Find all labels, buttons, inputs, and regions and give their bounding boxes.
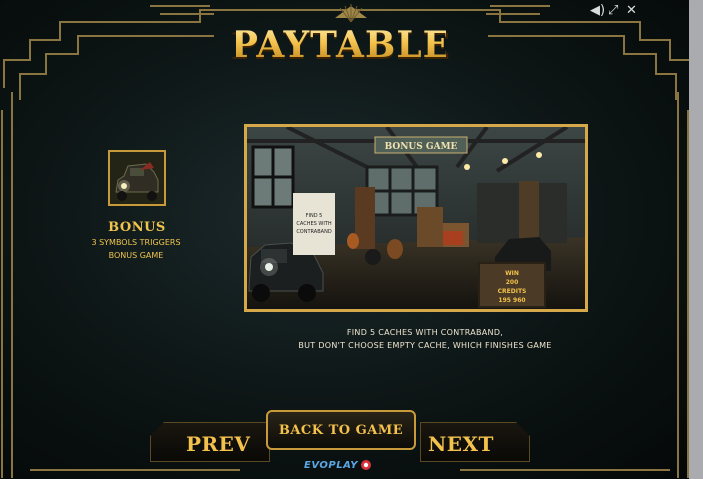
brand-text: EVOPLAY [304,459,358,471]
back-to-game-button[interactable]: BACK TO GAME [266,410,416,450]
scene-note-line: CONTRABAND [296,229,332,235]
symbol-description-line: 3 SYMBOLS TRIGGERS [91,238,181,247]
symbol-description: 3 SYMBOLS TRIGGERS BONUS GAME [80,236,192,262]
back-to-game-label: BACK TO GAME [278,422,404,438]
brand-globe-icon [360,460,371,470]
warehouse-scene: BONUS GAME FIND 5 CACHES WITH CONTRABAND… [247,127,585,309]
bonus-game-preview: BONUS GAME FIND 5 CACHES WITH CONTRABAND… [244,124,588,312]
scene-note-line: FIND 5 [306,213,323,219]
close-icon[interactable]: ✕ [626,4,637,18]
evoplay-logo: EVOPLAY [304,456,380,474]
vintage-car-icon [110,152,164,204]
bonus-symbol-image [108,150,166,206]
sound-icon[interactable]: ◀) [590,4,605,18]
fan-ornament [335,6,367,18]
scene-note-line: CACHES WITH [296,221,331,227]
feature-description: FIND 5 CACHES WITH CONTRABAND, BUT DON'T… [250,326,600,352]
description-line: FIND 5 CACHES WITH CONTRABAND, [346,328,504,337]
symbol-description-line: BONUS GAME [108,251,164,260]
paytable-screen: ◀) ⤢ ✕ PAYTABLE PAYTABLE BONUS 3 SYMBOLS… [0,0,703,479]
page-title: PAYTABLE [230,24,452,66]
win-box-line: 195 960 [498,297,525,304]
scene-sign-text: BONUS GAME [385,142,458,152]
fullscreen-icon[interactable]: ⤢ [608,4,618,18]
scrollbar-track[interactable] [689,0,703,479]
next-button[interactable]: NEXT [428,432,494,456]
description-line: BUT DON'T CHOOSE EMPTY CACHE, WHICH FINI… [298,341,552,350]
win-box-line: 200 [506,279,519,286]
win-box-line: WIN [505,270,519,277]
prev-button[interactable]: PREV [186,432,250,456]
win-box-line: CREDITS [498,288,527,295]
symbol-name: BONUS [108,220,166,235]
